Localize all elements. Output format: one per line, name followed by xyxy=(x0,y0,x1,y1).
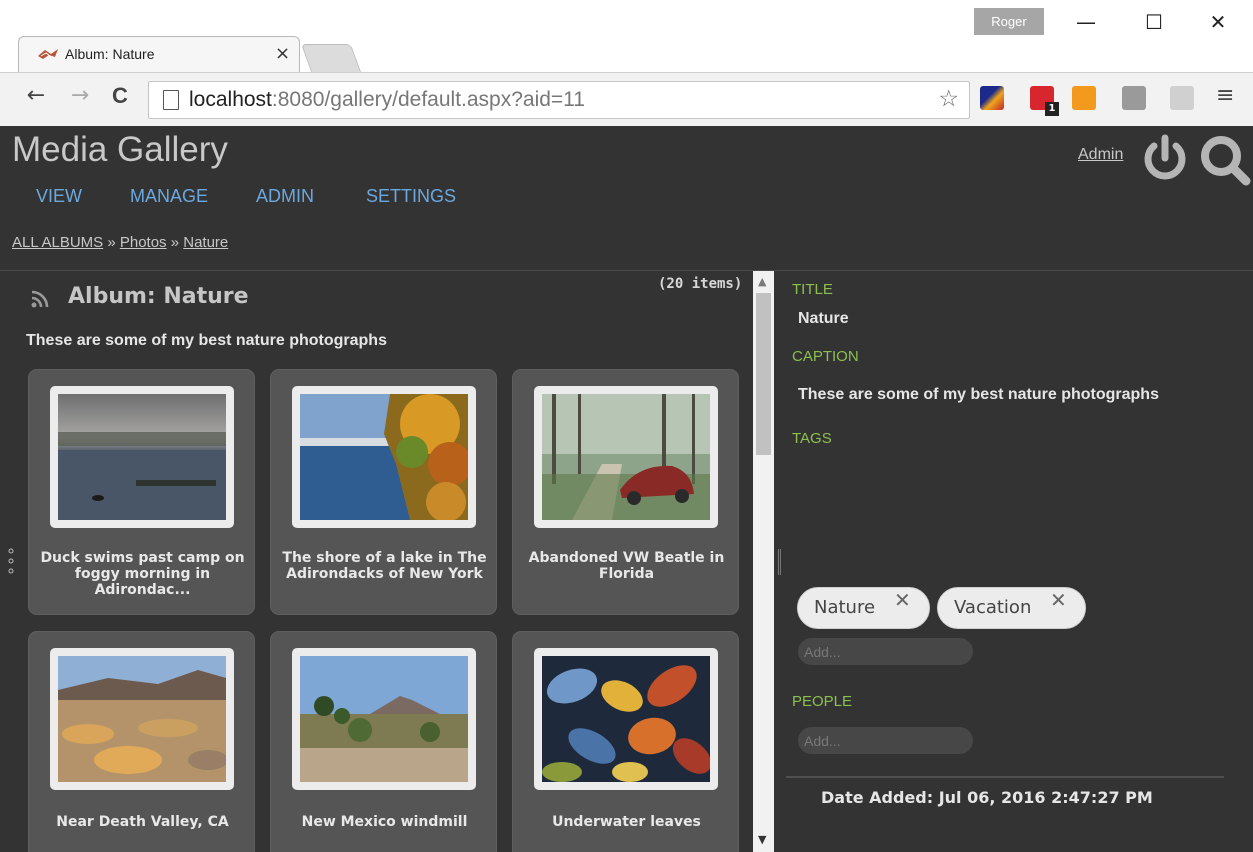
extension-lastpass-icon[interactable]: 1 xyxy=(1030,86,1059,116)
thumbnail-image[interactable] xyxy=(542,656,710,782)
breadcrumb: ALL ALBUMS » Photos » Nature xyxy=(12,234,228,251)
thumbnail-image[interactable] xyxy=(58,656,226,782)
extension-badge: 1 xyxy=(1045,102,1059,116)
thumbnail-image[interactable] xyxy=(58,394,226,520)
browser-toolbar: ← → C localhost:8080/gallery/default.asp… xyxy=(0,72,1253,126)
album-title: Album: Nature xyxy=(68,284,249,309)
date-divider xyxy=(786,776,1224,778)
scroll-thumb[interactable] xyxy=(756,293,771,455)
album-pane: Album: Nature (20 items) These are some … xyxy=(8,271,753,852)
caption-label: CAPTION xyxy=(792,348,859,365)
thumbnail-caption[interactable]: Underwater leaves xyxy=(517,814,736,830)
thumbnail-image[interactable] xyxy=(300,394,468,520)
thumbnail-card[interactable]: Near Death Valley, CA xyxy=(28,631,255,852)
people-label: PEOPLE xyxy=(792,693,853,710)
pane-splitter[interactable] xyxy=(774,271,786,852)
breadcrumb-all-albums[interactable]: ALL ALBUMS xyxy=(12,234,103,251)
thumbnail-card[interactable]: Abandoned VW Beatle in Florida xyxy=(512,369,739,615)
tag-label: Nature xyxy=(814,597,876,618)
remove-tag-icon[interactable]: ✕ xyxy=(894,588,911,612)
tab-title: Album: Nature xyxy=(65,46,155,62)
thumbnail-image[interactable] xyxy=(542,394,710,520)
tag-nature[interactable]: Nature ✕ xyxy=(797,587,930,629)
add-tag-input[interactable] xyxy=(798,638,973,665)
url-path: :8080/gallery/default.aspx?aid=11 xyxy=(271,88,585,111)
thumbnail-frame xyxy=(50,648,234,790)
album-favicon-icon xyxy=(38,49,58,59)
close-window-button[interactable]: ✕ xyxy=(1198,10,1238,44)
breadcrumb-separator: » xyxy=(107,234,116,251)
url-text[interactable]: localhost:8080/gallery/default.aspx?aid=… xyxy=(189,88,585,112)
url-host: localhost xyxy=(189,88,272,111)
extension-dashboard-icon[interactable] xyxy=(980,86,1004,110)
gallery-page: Media Gallery Admin VIEW MANAGE ADMIN SE… xyxy=(0,126,1253,852)
bookmark-star-icon[interactable]: ☆ xyxy=(938,86,959,112)
extension-camera-icon[interactable] xyxy=(1170,86,1194,110)
thumbnail-card[interactable]: New Mexico windmill xyxy=(270,631,497,852)
add-person-input[interactable] xyxy=(798,727,973,754)
back-button[interactable]: ← xyxy=(22,83,50,115)
remove-tag-icon[interactable]: ✕ xyxy=(1050,588,1067,612)
nav-settings[interactable]: SETTINGS xyxy=(366,186,456,207)
scroll-down-arrow-icon[interactable]: ▼ xyxy=(758,833,766,846)
thumbnail-caption[interactable]: Duck swims past camp on foggy morning in… xyxy=(33,550,252,598)
forward-button[interactable]: → xyxy=(66,83,94,115)
maximize-button[interactable]: ☐ xyxy=(1134,10,1174,44)
admin-link[interactable]: Admin xyxy=(1078,146,1123,164)
tags-label: TAGS xyxy=(792,430,832,447)
album-caption: These are some of my best nature photogr… xyxy=(26,332,387,349)
minimize-button[interactable]: — xyxy=(1066,10,1106,44)
thumbnail-card[interactable]: The shore of a lake in The Adirondacks o… xyxy=(270,369,497,615)
breadcrumb-nature[interactable]: Nature xyxy=(183,234,228,251)
reload-button[interactable]: C xyxy=(106,83,134,115)
page-icon xyxy=(163,90,179,110)
extension-chart-icon[interactable] xyxy=(1072,86,1096,110)
scroll-up-arrow-icon[interactable]: ▲ xyxy=(758,275,766,288)
nav-view[interactable]: VIEW xyxy=(36,186,82,207)
thumbnail-frame xyxy=(292,386,476,528)
tab-close-icon[interactable]: × xyxy=(275,43,290,64)
thumbnail-caption[interactable]: Abandoned VW Beatle in Florida xyxy=(517,550,736,582)
thumbnail-frame xyxy=(534,386,718,528)
item-count: (20 items) xyxy=(658,276,743,292)
album-scrollbar[interactable]: ▲ ▼ xyxy=(753,271,774,852)
pane-resize-handle-icon[interactable] xyxy=(8,547,14,575)
thumbnail-caption[interactable]: The shore of a lake in The Adirondacks o… xyxy=(275,550,494,582)
address-bar[interactable]: localhost:8080/gallery/default.aspx?aid=… xyxy=(148,81,970,119)
thumbnail-frame xyxy=(534,648,718,790)
breadcrumb-separator: » xyxy=(170,234,180,251)
rss-icon[interactable] xyxy=(30,289,50,309)
browser-tab[interactable]: Album: Nature × xyxy=(18,36,300,72)
profile-badge[interactable]: Roger xyxy=(974,8,1044,35)
title-value[interactable]: Nature xyxy=(798,310,849,328)
thumbnail-image[interactable] xyxy=(300,656,468,782)
caption-value[interactable]: These are some of my best nature photogr… xyxy=(798,386,1159,404)
splitter-grip-icon[interactable] xyxy=(777,549,782,575)
thumbnail-card[interactable]: Underwater leaves xyxy=(512,631,739,852)
thumbnail-caption[interactable]: New Mexico windmill xyxy=(275,814,494,830)
extension-square-icon[interactable] xyxy=(1122,86,1146,110)
title-label: TITLE xyxy=(792,281,833,298)
thumbnail-card[interactable]: Duck swims past camp on foggy morning in… xyxy=(28,369,255,615)
thumbnail-frame xyxy=(50,386,234,528)
nav-manage[interactable]: MANAGE xyxy=(130,186,208,207)
thumbnail-frame xyxy=(292,648,476,790)
date-added: Date Added: Jul 06, 2016 2:47:27 PM xyxy=(821,788,1153,807)
tag-vacation[interactable]: Vacation ✕ xyxy=(937,587,1086,629)
tag-label: Vacation xyxy=(954,597,1032,618)
search-icon[interactable] xyxy=(1196,132,1253,186)
browser-titlebar: Album: Nature × Roger — ☐ ✕ xyxy=(0,0,1253,72)
new-tab-button[interactable] xyxy=(300,44,362,72)
breadcrumb-photos[interactable]: Photos xyxy=(120,234,167,251)
thumbnail-caption[interactable]: Near Death Valley, CA xyxy=(33,814,252,830)
browser-menu-icon[interactable]: ≡ xyxy=(1216,83,1234,108)
details-pane: TITLE Nature CAPTION These are some of m… xyxy=(786,271,1253,852)
logout-power-icon[interactable] xyxy=(1140,132,1190,182)
site-title[interactable]: Media Gallery xyxy=(12,130,228,170)
nav-admin[interactable]: ADMIN xyxy=(256,186,314,207)
